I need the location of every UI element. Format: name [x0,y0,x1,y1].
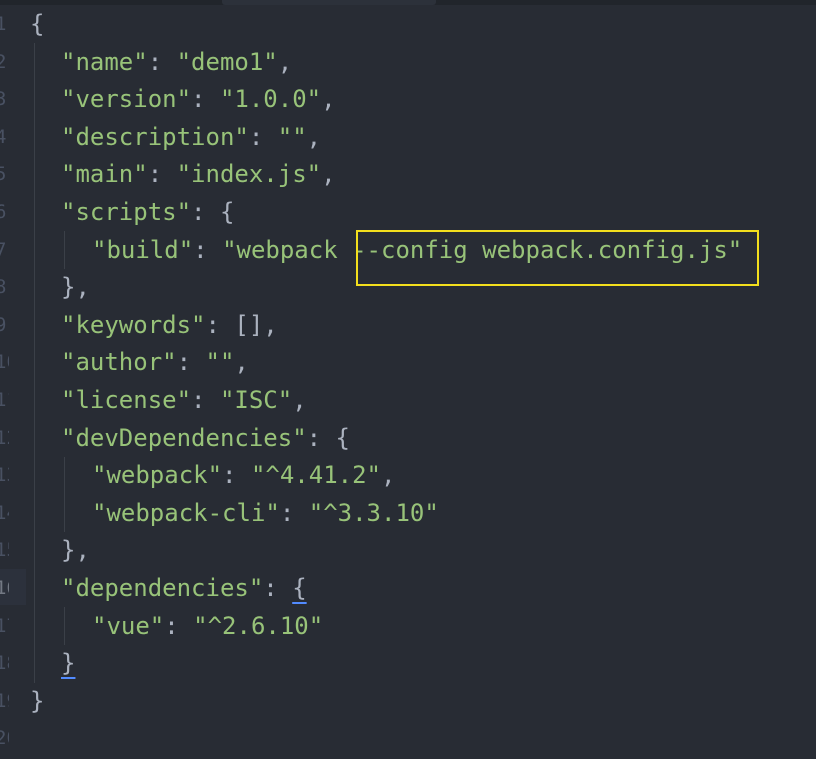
code-line: "author": "", [61,344,249,382]
json-key: "scripts" [61,198,192,226]
comma: , [234,348,249,377]
json-key: "version" [61,85,192,114]
json-key: "dependencies" [61,574,264,602]
code-line: } [30,683,44,721]
line-number: 9 [0,313,7,336]
json-value: "" [205,348,235,377]
code-line: "devDependencies": { [61,420,350,458]
json-value: "" [277,122,307,151]
indent-guide [64,607,65,645]
code-line: }, [61,269,90,307]
json-key: "name" [61,47,148,76]
json-value: "^3.3.10" [308,498,439,527]
json-key: "main" [61,160,148,189]
colon-brace: : { [191,198,235,226]
comma: , [277,47,293,76]
matched-bracket-close: } [61,649,76,678]
json-value: "^4.41.2" [250,461,381,490]
line-number: 19 [0,689,9,712]
line-number: 20 [0,727,9,750]
colon: : [248,122,278,151]
json-key: "devDependencies" [61,423,307,452]
code-line: { [30,6,44,44]
line-number-gutter: 1234567891011121314151617181920 [0,0,14,759]
line-number: 18 [0,652,9,675]
line-number: 11 [0,389,9,411]
code-line: "webpack-cli": "^3.3.10" [92,495,439,533]
line-number: 12 [0,426,9,449]
json-key: "author" [61,348,177,377]
indent-guide [34,43,35,683]
line-number: 7 [0,238,7,261]
comma: , [321,85,336,114]
json-key: "keywords" [61,310,206,339]
json-key: "webpack" [92,461,223,490]
indent-guide [64,231,65,269]
colon-array: : [], [205,310,278,339]
open-brace: { [30,10,45,38]
line-number: 8 [0,276,7,299]
code-editor[interactable]: 1234567891011121314151617181920 { "name"… [0,0,816,759]
code-line: "webpack": "^4.41.2", [92,457,395,495]
colon: : [193,235,223,264]
line-number: 2 [0,50,7,73]
colon: : [164,611,194,640]
line-number: 16 [0,577,9,599]
line-number: 17 [0,614,9,637]
code-line: "name": "demo1", [61,44,292,82]
comma: , [292,386,307,414]
code-line: }, [61,532,90,570]
colon: : [147,160,177,189]
line-number: 15 [0,539,9,562]
json-value: "^2.6.10" [193,611,324,640]
json-key: "vue" [92,611,165,640]
json-key: "description" [61,122,249,151]
json-key: "build" [92,235,194,264]
colon-brace: : { [306,423,350,452]
line-number: 13 [0,464,9,487]
line-number: 1 [0,13,7,35]
code-line: "version": "1.0.0", [61,81,336,119]
json-value: "ISC" [219,386,293,414]
code-line: "license": "ISC", [61,382,307,420]
colon: : [191,386,220,414]
code-line: "vue": "^2.6.10" [92,608,323,646]
colon: : [191,85,220,114]
code-line: "description": "", [61,119,321,157]
line-number: 4 [0,125,7,148]
colon: : [176,348,206,377]
line-number: 6 [0,201,7,223]
tab-bar-edge [0,0,816,5]
matched-bracket-open: { [292,574,307,602]
highlight-annotation-box [356,230,759,286]
colon: : [222,461,251,490]
colon: : [263,574,293,602]
json-value: "index.js" [176,160,322,189]
line-number: 3 [0,88,7,111]
line-number: 14 [0,501,9,524]
code-line: "keywords": [], [61,307,278,345]
code-line: } [61,645,75,683]
comma: , [321,160,336,189]
json-value: "demo1" [176,47,278,76]
comma: , [306,122,322,151]
comma: , [381,461,396,490]
json-key: "license" [61,386,192,414]
close-brace: }, [61,273,90,302]
code-line: "scripts": { [61,194,234,232]
active-tab-edge[interactable] [222,0,436,5]
line-number: 10 [0,351,9,374]
indent-guide [64,457,65,532]
json-value: "1.0.0" [219,85,322,114]
close-brace: }, [61,536,90,565]
line-number: 5 [0,163,7,186]
colon: : [279,498,309,527]
json-key: "webpack-cli" [92,498,280,527]
code-line: "dependencies": { [61,570,307,608]
colon: : [147,47,177,76]
code-line: "main": "index.js", [61,156,336,194]
close-brace: } [30,686,45,715]
